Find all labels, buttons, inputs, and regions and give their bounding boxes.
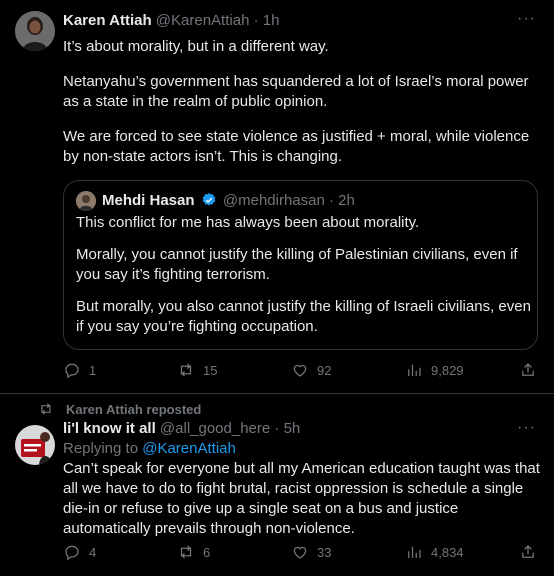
quoted-text-p2: Morally, you cannot justify the killing …: [76, 246, 518, 283]
views-count: 9,829: [431, 362, 464, 378]
repost-button[interactable]: 6: [177, 543, 210, 561]
share-button[interactable]: [519, 543, 537, 561]
repost-count: 15: [203, 362, 218, 378]
replying-to: Replying to @KarenAttiah: [63, 439, 236, 459]
reply-icon: [65, 363, 79, 379]
author-handle[interactable]: @KarenAttiah: [156, 12, 250, 29]
views-button[interactable]: 9,829: [405, 361, 464, 379]
views-icon: [408, 364, 421, 376]
separator-dot: ·: [253, 12, 259, 29]
quoted-text-p3: But morally, you also cannot justify the…: [76, 298, 531, 335]
repost-button[interactable]: 15: [177, 361, 217, 379]
views-count: 4,834: [431, 544, 464, 560]
heart-icon: [293, 364, 307, 377]
views-icon: [408, 546, 421, 558]
author-name[interactable]: Karen Attiah: [63, 12, 152, 29]
tweet-text: Can’t speak for everyone but all my Amer…: [63, 460, 540, 537]
reply-button[interactable]: 4: [63, 543, 96, 561]
share-icon: [522, 363, 534, 376]
author-handle[interactable]: @all_good_here: [160, 420, 270, 437]
replying-to-handle[interactable]: @KarenAttiah: [142, 440, 236, 457]
tweet-text-p2: Netanyahu’s government has squandered a …: [63, 73, 529, 110]
quoted-author-avatar: [76, 191, 96, 211]
separator-dot: ·: [329, 192, 334, 209]
author-avatar[interactable]: [15, 425, 55, 465]
tweet-header: Karen Attiah @KarenAttiah · 1h: [63, 11, 279, 31]
like-count: 92: [317, 362, 332, 378]
replying-to-label: Replying to: [63, 440, 139, 457]
reply-count: 4: [89, 544, 97, 560]
author-name[interactable]: li'l know it all: [63, 420, 156, 437]
quoted-header: Mehdi Hasan @mehdirhasan · 2h: [102, 191, 355, 211]
quoted-author-handle: @mehdirhasan: [222, 192, 325, 209]
tweet-actions: 1 15 92 9,829: [63, 361, 543, 381]
repost-icon: [180, 545, 192, 559]
repost-banner[interactable]: Karen Attiah reposted: [38, 401, 201, 417]
reply-button[interactable]: 1: [63, 361, 96, 379]
quoted-tweet[interactable]: Mehdi Hasan @mehdirhasan · 2h This confl…: [63, 180, 538, 350]
share-button[interactable]: [519, 361, 537, 379]
views-button[interactable]: 4,834: [405, 543, 464, 561]
tweet-time[interactable]: 1h: [263, 12, 280, 29]
author-avatar[interactable]: [15, 11, 55, 51]
tweet-text-p1: It’s about morality, but in a different …: [63, 38, 329, 55]
verified-badge-icon: [202, 193, 216, 206]
like-button[interactable]: 92: [291, 361, 331, 379]
repost-icon: [180, 363, 192, 377]
repost-icon: [41, 403, 51, 415]
tweet-header: li'l know it all @all_good_here · 5h: [63, 419, 300, 439]
quoted-text-p1: This conflict for me has always been abo…: [76, 214, 420, 231]
tweet-time[interactable]: 5h: [284, 420, 301, 437]
quoted-time: 2h: [338, 192, 355, 209]
reply-count: 1: [89, 362, 97, 378]
tweet-text-p3: We are forced to see state violence as j…: [63, 128, 530, 165]
quoted-author-name: Mehdi Hasan: [102, 192, 195, 209]
repost-banner-text: Karen Attiah reposted: [66, 401, 202, 417]
tweet-karen-attiah[interactable]: Karen Attiah @KarenAttiah · 1h ··· It’s …: [0, 0, 554, 394]
more-options-icon[interactable]: ···: [517, 10, 536, 28]
share-icon: [522, 545, 534, 558]
more-options-icon[interactable]: ···: [517, 419, 536, 437]
reply-icon: [65, 545, 79, 561]
repost-count: 6: [203, 544, 211, 560]
like-button[interactable]: 33: [291, 543, 331, 561]
separator-dot: ·: [274, 420, 280, 437]
like-count: 33: [317, 544, 332, 560]
tweet-actions: 4 6 33 4,834: [63, 543, 543, 563]
heart-icon: [293, 546, 307, 559]
